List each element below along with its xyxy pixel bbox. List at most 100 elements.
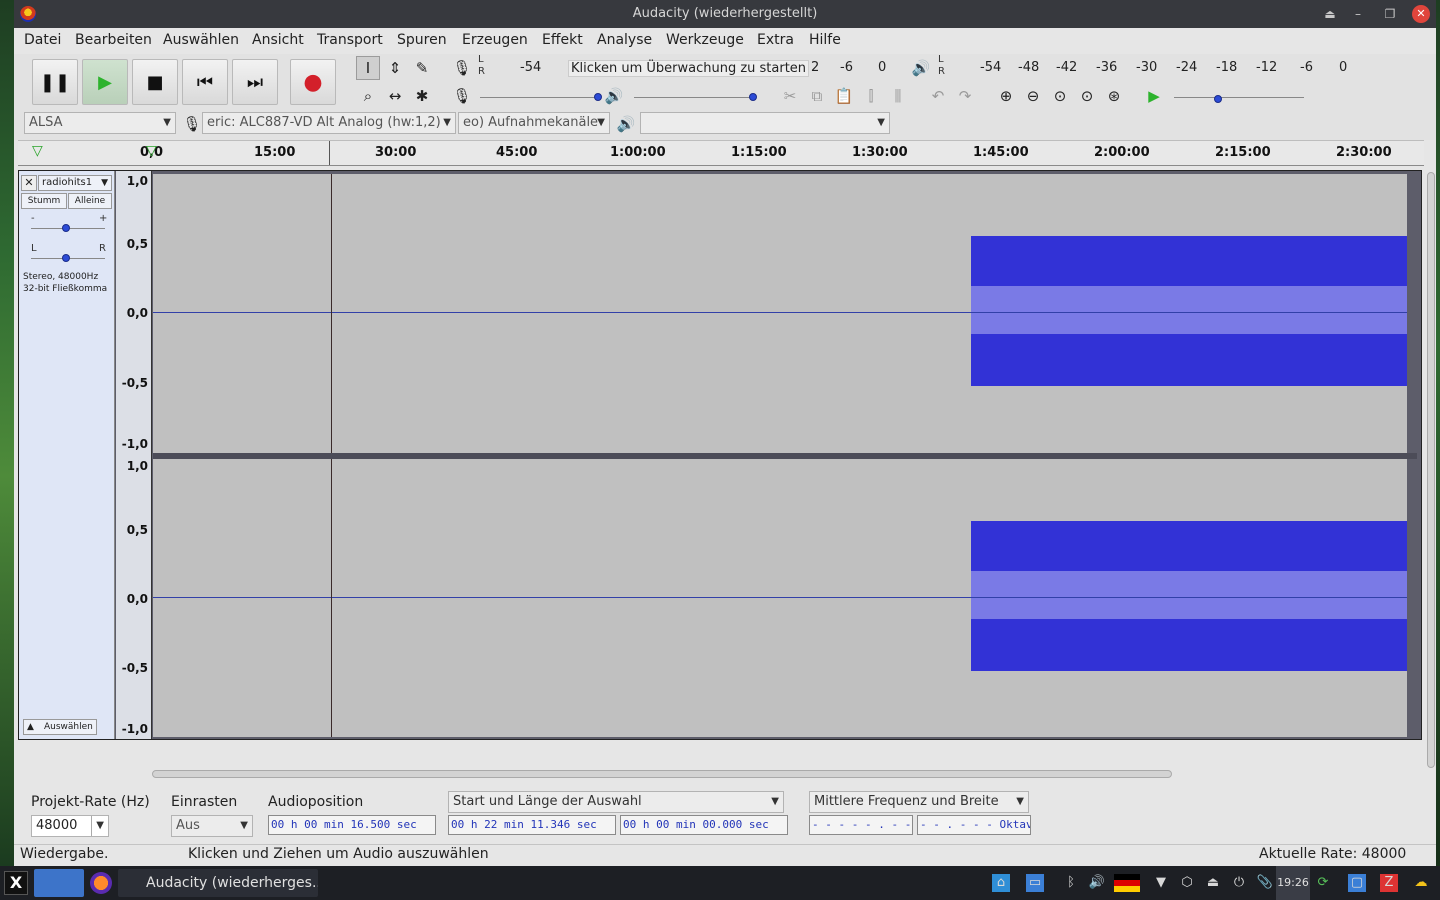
timeshift-tool-icon[interactable]: ↔ <box>383 84 407 108</box>
selection-start-field[interactable]: 00 h 22 min 11.346 sec <box>448 815 616 835</box>
menu-datei[interactable]: Datei <box>24 32 61 48</box>
play-scale-label: -18 <box>1216 60 1238 75</box>
stop-button[interactable]: ■ <box>132 59 178 105</box>
record-meter-mic-icon[interactable]: 🎙 <box>450 56 474 80</box>
zoom-out-icon[interactable]: ⊖ <box>1021 84 1045 108</box>
track-select-button[interactable]: ▲ Auswählen <box>23 719 97 735</box>
play-at-speed-icon[interactable]: ▶ <box>1142 84 1166 108</box>
center-frequency-field[interactable]: - - - - - . - - Hz <box>809 815 913 835</box>
screen-lock-icon[interactable]: ▢ <box>1348 874 1366 892</box>
draw-tool-icon[interactable]: ✎ <box>410 56 434 80</box>
package-icon[interactable]: ⬡ <box>1178 874 1196 892</box>
maximize-button[interactable]: ❐ <box>1376 0 1404 28</box>
audacity-logo-icon <box>20 6 36 22</box>
zoom-tool-icon[interactable]: ⌕ <box>356 84 380 108</box>
selection-length-field[interactable]: 00 h 00 min 00.000 sec <box>620 815 788 835</box>
waveform-left-channel[interactable] <box>153 174 1407 453</box>
redo-icon[interactable]: ↷ <box>953 84 977 108</box>
play-button[interactable]: ▶ <box>82 59 128 105</box>
firefox-icon[interactable] <box>90 872 112 894</box>
cut-icon[interactable]: ✂ <box>778 84 802 108</box>
multi-tool-icon[interactable]: ✱ <box>410 84 434 108</box>
horizontal-scrollbar[interactable] <box>152 770 1172 778</box>
recording-channels-select[interactable]: eo) Aufnahmekanäle ▼ <box>458 112 610 134</box>
envelope-tool-icon[interactable]: ⇕ <box>383 56 407 80</box>
shade-button[interactable]: ⏏ <box>1316 0 1344 28</box>
menu-werkzeuge[interactable]: Werkzeuge <box>666 32 744 48</box>
bluetooth-icon[interactable]: ᛒ <box>1062 874 1080 892</box>
input-volume-knob[interactable] <box>594 93 602 101</box>
taskbar-task-audacity[interactable]: Audacity (wiederherges... <box>118 869 318 897</box>
track-name-menu[interactable]: radiohits1 ▼ <box>38 175 112 191</box>
close-track-icon[interactable]: ✕ <box>21 175 37 191</box>
playback-meter-speaker-icon[interactable]: 🔊 <box>909 56 933 80</box>
file-manager-tray-icon[interactable]: ▭ <box>1026 874 1044 892</box>
frequency-mode-select[interactable]: Mittlere Frequenz und Breite ▼ <box>809 791 1029 813</box>
solo-button[interactable]: Alleine <box>68 193 112 209</box>
menu-erzeugen[interactable]: Erzeugen <box>462 32 528 48</box>
play-speed-knob[interactable] <box>1214 95 1222 103</box>
menu-ansicht[interactable]: Ansicht <box>252 32 304 48</box>
playback-device-select[interactable]: ▼ <box>640 112 890 134</box>
menu-extra[interactable]: Extra <box>757 32 794 48</box>
keepass-tray-icon[interactable]: ⌂ <box>992 874 1010 892</box>
vertical-scrollbar[interactable] <box>1427 172 1435 768</box>
copy-icon[interactable]: ⧉ <box>805 84 829 108</box>
menu-spuren[interactable]: Spuren <box>397 32 447 48</box>
selection-tool-icon[interactable]: I <box>356 56 380 80</box>
edit-cursor <box>331 174 332 453</box>
gain-knob[interactable] <box>62 224 70 232</box>
skip-end-button[interactable]: ⏭ <box>232 59 278 105</box>
eject-icon[interactable]: ⏏ <box>1204 874 1222 892</box>
clipboard-icon[interactable]: 📎 <box>1256 874 1274 892</box>
menu-hilfe[interactable]: Hilfe <box>809 32 841 48</box>
zoom-toggle-icon[interactable]: ⊛ <box>1102 84 1126 108</box>
recording-device-mic-icon: 🎙 <box>182 115 202 133</box>
weather-icon[interactable]: ☁ <box>1412 874 1430 892</box>
power-icon[interactable]: ⏻ <box>1230 874 1248 892</box>
silence-icon[interactable]: ⫼ <box>886 84 910 108</box>
undo-icon[interactable]: ↶ <box>926 84 950 108</box>
play-scale-label: -48 <box>1018 60 1040 75</box>
clock[interactable]: 19:26 <box>1276 866 1310 900</box>
fit-project-icon[interactable]: ⊙ <box>1075 84 1099 108</box>
menu-transport[interactable]: Transport <box>317 32 383 48</box>
menu-bearbeiten[interactable]: Bearbeiten <box>75 32 152 48</box>
fit-selection-icon[interactable]: ⊙ <box>1048 84 1072 108</box>
play-scale-label: 0 <box>1339 60 1348 75</box>
audacity-launcher-icon[interactable] <box>34 869 84 897</box>
keyboard-layout-de-icon[interactable] <box>1114 874 1140 892</box>
project-rate-select[interactable]: 48000 ▼ <box>31 815 109 837</box>
selection-mode-select[interactable]: Start und Länge der Auswahl ▼ <box>448 791 784 813</box>
minimize-button[interactable]: – <box>1344 0 1372 28</box>
menu-auswaehlen[interactable]: Auswählen <box>163 32 239 48</box>
output-volume-slider[interactable] <box>634 97 754 98</box>
volume-icon[interactable]: 🔊 <box>1088 874 1106 892</box>
network-icon[interactable]: ▼ <box>1152 874 1170 892</box>
mute-button[interactable]: Stumm <box>21 193 67 209</box>
filezilla-icon[interactable]: Z <box>1380 874 1398 892</box>
zoom-in-icon[interactable]: ⊕ <box>994 84 1018 108</box>
pan-knob[interactable] <box>62 254 70 262</box>
audio-position-field[interactable]: 00 h 00 min 16.500 sec <box>268 815 436 835</box>
snap-select[interactable]: Aus ▼ <box>171 815 253 837</box>
output-volume-knob[interactable] <box>749 93 757 101</box>
pause-button[interactable]: ❚❚ <box>32 59 78 105</box>
close-button[interactable]: ✕ <box>1412 5 1430 23</box>
start-menu-button[interactable]: X <box>4 871 28 895</box>
record-button[interactable]: ● <box>290 59 336 105</box>
skip-start-button[interactable]: ⏮ <box>182 59 228 105</box>
menu-effekt[interactable]: Effekt <box>542 32 583 48</box>
waveform-right-channel[interactable] <box>153 459 1407 737</box>
audio-host-select[interactable]: ALSA ▼ <box>24 112 176 134</box>
menu-analyse[interactable]: Analyse <box>597 32 652 48</box>
record-monitor-hint[interactable]: Klicken um Überwachung zu starten <box>568 60 810 77</box>
timeline-ruler[interactable]: ▽ 0,0 15:00 30:00 45:00 1:00:00 1:15:00 … <box>18 140 1424 166</box>
bandwidth-field[interactable]: - - . - - - Oktaven <box>917 815 1031 835</box>
paste-icon[interactable]: 📋 <box>832 84 856 108</box>
trim-icon[interactable]: ⫿ <box>859 84 883 108</box>
update-icon[interactable]: ⟳ <box>1314 874 1332 892</box>
recording-device-select[interactable]: eric: ALC887-VD Alt Analog (hw:1,2) ▼ <box>202 112 456 134</box>
play-speed-slider[interactable] <box>1174 97 1304 98</box>
input-volume-slider[interactable] <box>480 97 600 98</box>
